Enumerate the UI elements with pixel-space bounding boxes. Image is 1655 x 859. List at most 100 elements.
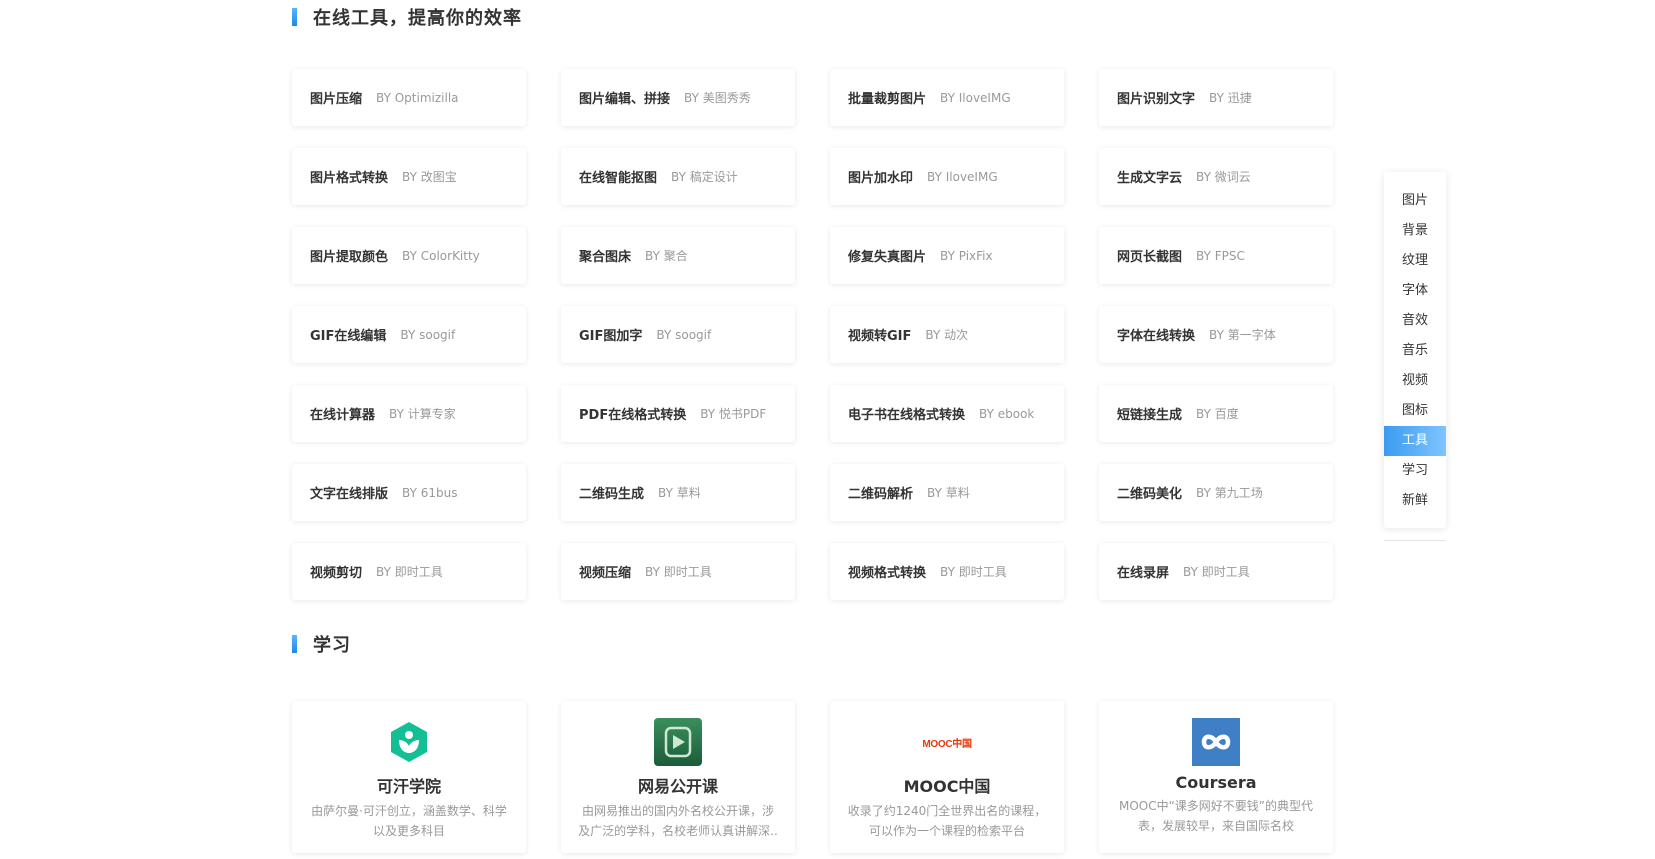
section-accent-bar — [292, 635, 297, 653]
tool-card[interactable]: 视频转GIF BY 动次 — [830, 306, 1064, 363]
tool-card[interactable]: 视频压缩 BY 即时工具 — [561, 543, 795, 600]
section-accent-bar — [292, 8, 297, 26]
tool-name: PDF在线格式转换 — [579, 408, 687, 423]
learn-card-netease[interactable]: 网易公开课 由网易推出的国内外名校公开课，涉及广泛的学科，名校老师认真讲解深.. — [561, 701, 795, 853]
tool-name: 电子书在线格式转换 — [848, 408, 966, 423]
tool-card[interactable]: GIF图加字 BY soogif — [561, 306, 795, 363]
tool-card[interactable]: 视频剪切 BY 即时工具 — [292, 543, 526, 600]
tool-name: 视频格式转换 — [848, 566, 927, 581]
tool-card[interactable]: 批量裁剪图片 BY IloveIMG — [830, 69, 1064, 126]
tool-card[interactable]: 网页长截图 BY FPSC — [1099, 227, 1333, 284]
tool-provider: BY 美图秀秀 — [684, 91, 751, 105]
tool-name: 图片编辑、拼接 — [579, 92, 671, 107]
learn-card-coursera[interactable]: Coursera MOOC中“课多网好不要钱”的典型代表，发展较早，来自国际名校 — [1099, 701, 1333, 853]
tool-provider: BY 动次 — [925, 328, 969, 342]
tool-card[interactable]: PDF在线格式转换 BY 悦书PDF — [561, 385, 795, 442]
tool-provider: BY 悦书PDF — [700, 407, 767, 421]
learn-card-desc: MOOC中“课多网好不要钱”的典型代表，发展较早，来自国际名校 — [1118, 799, 1314, 833]
tool-provider: BY 百度 — [1196, 407, 1239, 421]
side-nav-item[interactable]: 学习 — [1384, 456, 1446, 486]
tool-name: 图片格式转换 — [310, 171, 389, 186]
tool-provider: BY 微词云 — [1196, 170, 1251, 184]
tool-name: 视频剪切 — [310, 566, 363, 581]
tool-card[interactable]: 二维码解析 BY 草料 — [830, 464, 1064, 521]
side-nav-item[interactable]: 工具 — [1384, 426, 1446, 456]
tool-card[interactable]: 在线智能抠图 BY 稿定设计 — [561, 148, 795, 205]
learn-card-khan-academy[interactable]: 可汗学院 由萨尔曼·可汗创立，涵盖数学、科学以及更多科目 — [292, 701, 526, 853]
tool-card[interactable]: 字体在线转换 BY 第一字体 — [1099, 306, 1333, 363]
side-nav-item[interactable]: 图标 — [1384, 396, 1446, 426]
tool-provider: BY 草料 — [658, 486, 701, 500]
tool-name: 生成文字云 — [1117, 171, 1183, 186]
learn-card-mooc-china[interactable]: MOOC中国 MOOC中国 收录了约1240门全世界出名的课程，可以作为一个课程… — [830, 701, 1064, 853]
tool-card[interactable]: 修复失真图片 BY PixFix — [830, 227, 1064, 284]
tool-name: 图片提取颜色 — [310, 250, 389, 265]
tool-card[interactable]: 在线录屏 BY 即时工具 — [1099, 543, 1333, 600]
learn-card-desc: 收录了约1240门全世界出名的课程，可以作为一个课程的检索平台 — [847, 804, 1047, 838]
tool-name: 图片压缩 — [310, 92, 363, 107]
khan-academy-logo-icon — [384, 717, 434, 767]
tool-card[interactable]: GIF在线编辑 BY soogif — [292, 306, 526, 363]
tool-name: 批量裁剪图片 — [848, 92, 927, 107]
tool-card[interactable]: 图片格式转换 BY 改图宝 — [292, 148, 526, 205]
side-nav-item[interactable]: 纹理 — [1384, 246, 1446, 276]
tool-card[interactable]: 在线计算器 BY 计算专家 — [292, 385, 526, 442]
tools-section-title: 在线工具，提高你的效率 — [313, 8, 522, 29]
coursera-logo-icon — [1191, 717, 1241, 767]
side-nav-item[interactable]: 音乐 — [1384, 336, 1446, 366]
learn-section-header: 学习 — [292, 631, 351, 657]
tool-provider: BY 稿定设计 — [671, 170, 738, 184]
tool-name: 在线录屏 — [1117, 566, 1170, 581]
tool-card[interactable]: 图片编辑、拼接 BY 美图秀秀 — [561, 69, 795, 126]
learn-card-name: 网易公开课 — [637, 777, 718, 796]
tool-provider: BY Optimizilla — [376, 90, 459, 105]
side-nav-item[interactable]: 新鲜 — [1384, 486, 1446, 516]
tool-card[interactable]: 电子书在线格式转换 BY ebook — [830, 385, 1064, 442]
tool-provider: BY ebook — [979, 406, 1035, 421]
tool-name: 视频压缩 — [579, 566, 632, 581]
tool-provider: BY 迅捷 — [1209, 91, 1252, 105]
tool-name: 二维码解析 — [848, 487, 914, 502]
tool-card[interactable]: 图片加水印 BY IloveIMG — [830, 148, 1064, 205]
tool-provider: BY 第一字体 — [1209, 328, 1276, 342]
tool-provider: BY 即时工具 — [1183, 565, 1250, 579]
learn-card-desc: 由网易推出的国内外名校公开课，涉及广泛的学科，名校老师认真讲解深.. — [578, 804, 778, 838]
tool-name: 文字在线排版 — [310, 487, 389, 502]
tool-name: 在线计算器 — [310, 408, 376, 423]
tool-provider: BY soogif — [400, 327, 456, 342]
netease-open-course-logo-icon — [653, 717, 703, 767]
tool-card[interactable]: 图片提取颜色 BY ColorKitty — [292, 227, 526, 284]
tool-provider: BY soogif — [656, 327, 712, 342]
learn-card-name: 可汗学院 — [376, 777, 441, 796]
side-nav-item[interactable]: 视频 — [1384, 366, 1446, 396]
side-nav-item[interactable]: 字体 — [1384, 276, 1446, 306]
tool-card[interactable]: 聚合图床 BY 聚合 — [561, 227, 795, 284]
tool-provider: BY 改图宝 — [402, 170, 457, 184]
tool-name: 修复失真图片 — [848, 250, 927, 265]
tool-card[interactable]: 生成文字云 BY 微词云 — [1099, 148, 1333, 205]
tool-name: 在线智能抠图 — [579, 171, 658, 186]
tool-card[interactable]: 文字在线排版 BY 61bus — [292, 464, 526, 521]
side-nav-item[interactable]: 背景 — [1384, 216, 1446, 246]
tool-card[interactable]: 二维码生成 BY 草料 — [561, 464, 795, 521]
tool-card[interactable]: 视频格式转换 BY 即时工具 — [830, 543, 1064, 600]
tool-name: 视频转GIF — [848, 329, 912, 344]
tool-card[interactable]: 短链接生成 BY 百度 — [1099, 385, 1333, 442]
learn-section-title: 学习 — [313, 635, 351, 656]
side-category-nav: 图片 背景 纹理 字体 音效 音乐 视频 图标 工具 学习 新鲜 — [1384, 172, 1446, 528]
tool-provider: BY 聚合 — [645, 249, 688, 263]
tool-provider: BY IloveIMG — [940, 90, 1011, 105]
tool-provider: BY PixFix — [940, 248, 993, 263]
tool-provider: BY 计算专家 — [389, 407, 456, 421]
tool-name: 图片加水印 — [848, 171, 914, 186]
tool-provider: BY 即时工具 — [645, 565, 712, 579]
learn-card-name: Coursera — [1175, 773, 1257, 792]
tool-name: 网页长截图 — [1117, 250, 1183, 265]
tool-card[interactable]: 二维码美化 BY 第九工场 — [1099, 464, 1333, 521]
tool-card[interactable]: 图片压缩 BY Optimizilla — [292, 69, 526, 126]
learn-card-desc: 由萨尔曼·可汗创立，涵盖数学、科学以及更多科目 — [311, 804, 507, 838]
tool-card[interactable]: 图片识别文字 BY 迅捷 — [1099, 69, 1333, 126]
tools-grid: 图片压缩 BY Optimizilla 图片编辑、拼接 BY 美图秀秀 批量裁剪图片 BY… — [292, 69, 1333, 600]
side-nav-item[interactable]: 音效 — [1384, 306, 1446, 336]
side-nav-item[interactable]: 图片 — [1384, 186, 1446, 216]
